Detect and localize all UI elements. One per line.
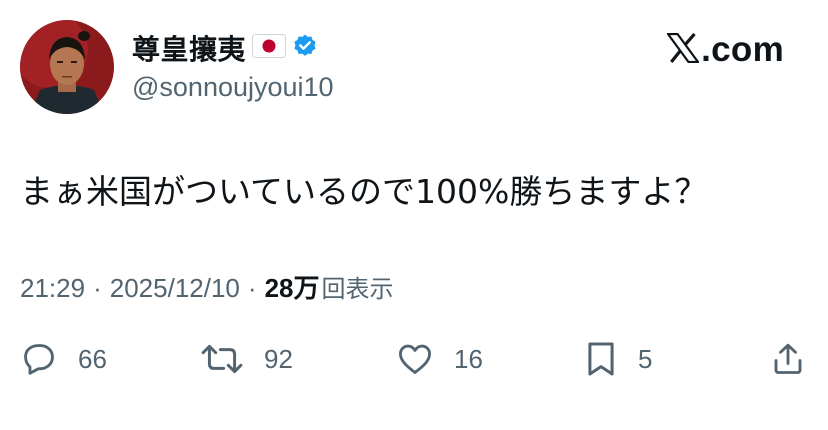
display-name[interactable]: 尊皇攘夷 <box>132 28 246 68</box>
japan-flag-icon <box>252 34 287 62</box>
reply-button[interactable]: 66 <box>20 336 107 382</box>
action-bar: 66 92 16 5 <box>0 336 828 382</box>
views-count: 28万 <box>264 273 320 303</box>
brand-domain: .com <box>701 30 784 69</box>
display-name-row: 尊皇攘夷 <box>132 30 318 66</box>
share-icon <box>770 340 806 378</box>
meta-separator: · <box>247 273 257 303</box>
tweet-date[interactable]: 2025/12/10 <box>110 273 240 304</box>
tweet-time[interactable]: 21:29 <box>20 273 85 304</box>
x-brand-logo: .com <box>665 28 784 72</box>
reply-count: 66 <box>78 343 107 374</box>
repost-count: 92 <box>264 343 293 374</box>
bookmark-count: 5 <box>638 343 653 374</box>
views-label: 回表示 <box>321 275 394 303</box>
share-button[interactable] <box>770 336 806 382</box>
bookmark-button[interactable]: 5 <box>584 336 652 382</box>
tweet-text: まぁ米国がついているので100%勝ちますよ？ <box>20 172 708 211</box>
verified-badge-icon[interactable] <box>292 33 318 63</box>
like-count: 16 <box>454 343 483 374</box>
x-logo-icon <box>665 32 701 67</box>
meta-separator: · <box>93 273 102 303</box>
heart-icon <box>396 340 434 378</box>
user-handle[interactable]: @sonnoujyoui10 <box>132 72 334 103</box>
avatar[interactable] <box>20 20 114 114</box>
reply-icon <box>20 340 58 378</box>
tweet-meta: 21:29 · 2025/12/10 · 28万 回表示 <box>20 268 393 305</box>
repost-icon <box>200 340 244 378</box>
like-button[interactable]: 16 <box>396 336 483 382</box>
repost-button[interactable]: 92 <box>200 336 293 382</box>
bookmark-icon <box>584 340 618 378</box>
